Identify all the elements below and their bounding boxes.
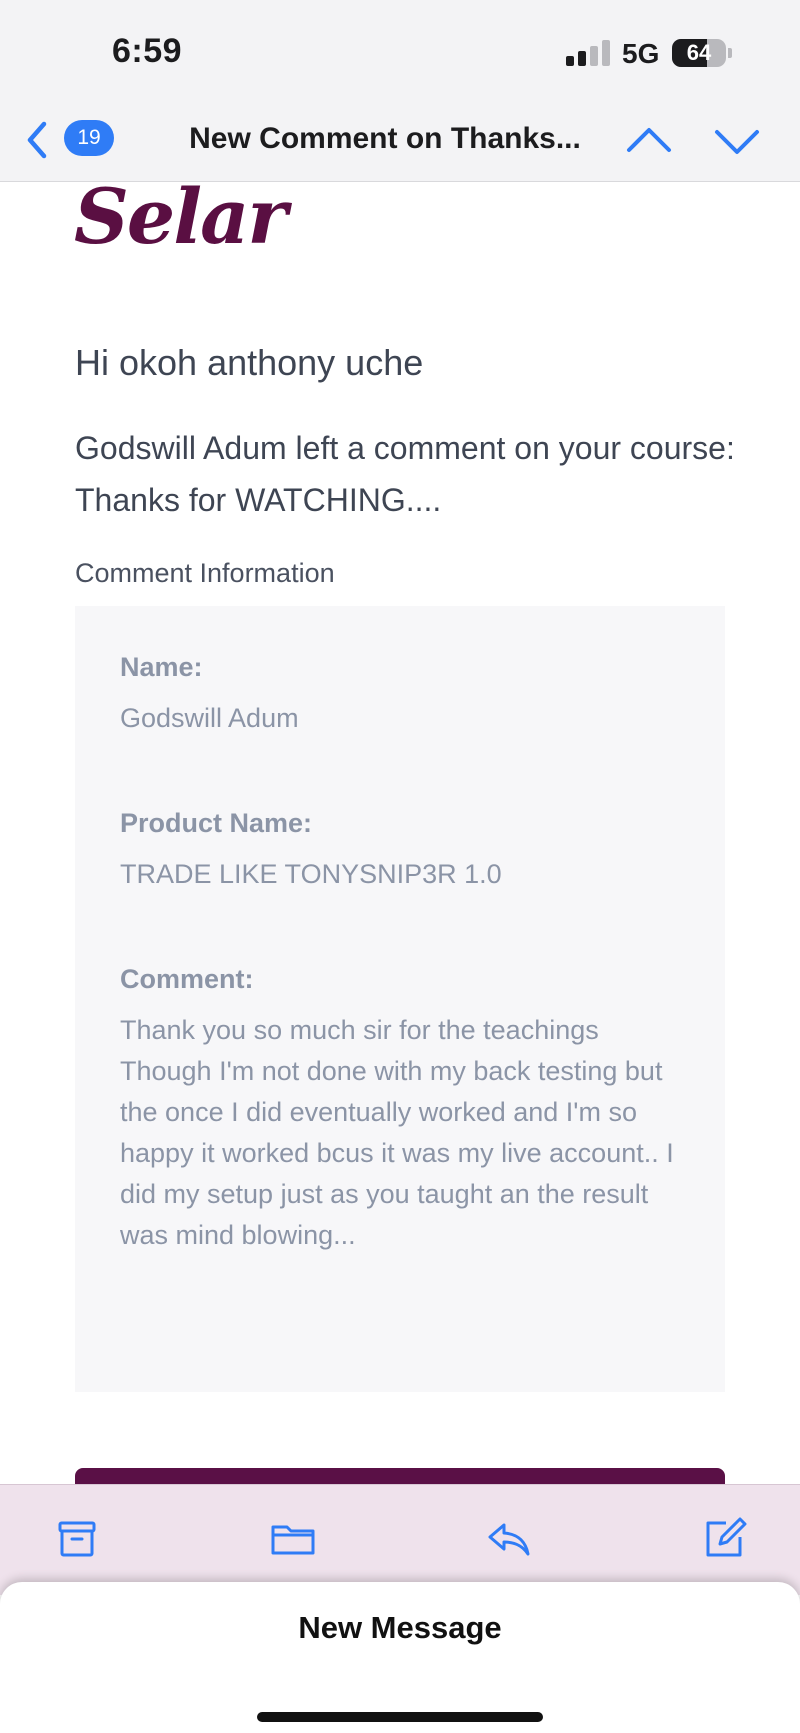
compose-button[interactable] xyxy=(700,1513,750,1563)
back-button[interactable]: 19 xyxy=(18,114,118,166)
previous-message-button[interactable] xyxy=(622,114,676,168)
product-name-label: Product Name: xyxy=(120,808,313,838)
new-message-draft[interactable]: New Message xyxy=(0,1582,800,1733)
selar-logo: Selar xyxy=(74,182,287,261)
status-time: 6:59 xyxy=(112,32,183,70)
section-heading: Comment Information xyxy=(75,558,335,588)
status-bar: 6:59 5G 64 xyxy=(0,0,800,100)
reply-button[interactable] xyxy=(484,1513,534,1563)
message-nav-bar: 19 New Comment on Thanks... xyxy=(0,100,800,182)
move-to-folder-button[interactable] xyxy=(268,1513,318,1563)
greeting: Hi okoh anthony uche xyxy=(75,342,424,383)
comment-label: Comment: xyxy=(120,964,254,994)
cta-button[interactable] xyxy=(75,1468,725,1484)
comment-info-box: Name: Godswill Adum Product Name: TRADE … xyxy=(75,606,725,1392)
intro-text: Godswill Adum left a comment on your cou… xyxy=(75,430,735,518)
mail-toolbar xyxy=(0,1484,800,1595)
cellular-signal-icon xyxy=(566,40,612,66)
chevron-left-icon xyxy=(27,121,47,159)
mail-screen: 6:59 5G 64 19 New Comment on Thanks... S… xyxy=(0,0,800,1733)
next-message-button[interactable] xyxy=(710,114,764,168)
email-body[interactable]: Selar Hi okoh anthony uche Godswill Adum… xyxy=(0,182,800,1484)
comment-value: Thank you so much sir for the teachings … xyxy=(120,1015,674,1250)
chevron-up-icon xyxy=(627,128,671,152)
battery-level: 64 xyxy=(686,40,712,65)
unread-count-badge: 19 xyxy=(64,120,114,156)
folder-icon xyxy=(271,1525,315,1555)
home-indicator xyxy=(257,1712,543,1722)
battery-icon: 64 xyxy=(672,39,726,67)
network-type: 5G xyxy=(622,38,660,69)
message-subject: New Comment on Thanks... xyxy=(189,122,581,155)
name-value: Godswill Adum xyxy=(120,703,299,733)
reply-icon xyxy=(488,1523,530,1556)
name-label: Name: xyxy=(120,652,203,682)
product-name-value: TRADE LIKE TONYSNIP3R 1.0 xyxy=(120,859,502,889)
chevron-down-icon xyxy=(715,130,759,154)
compose-icon xyxy=(706,1517,747,1557)
draft-title: New Message xyxy=(298,1610,502,1645)
battery-cap xyxy=(728,48,732,58)
archive-icon xyxy=(58,1521,96,1557)
archive-button[interactable] xyxy=(52,1513,102,1563)
